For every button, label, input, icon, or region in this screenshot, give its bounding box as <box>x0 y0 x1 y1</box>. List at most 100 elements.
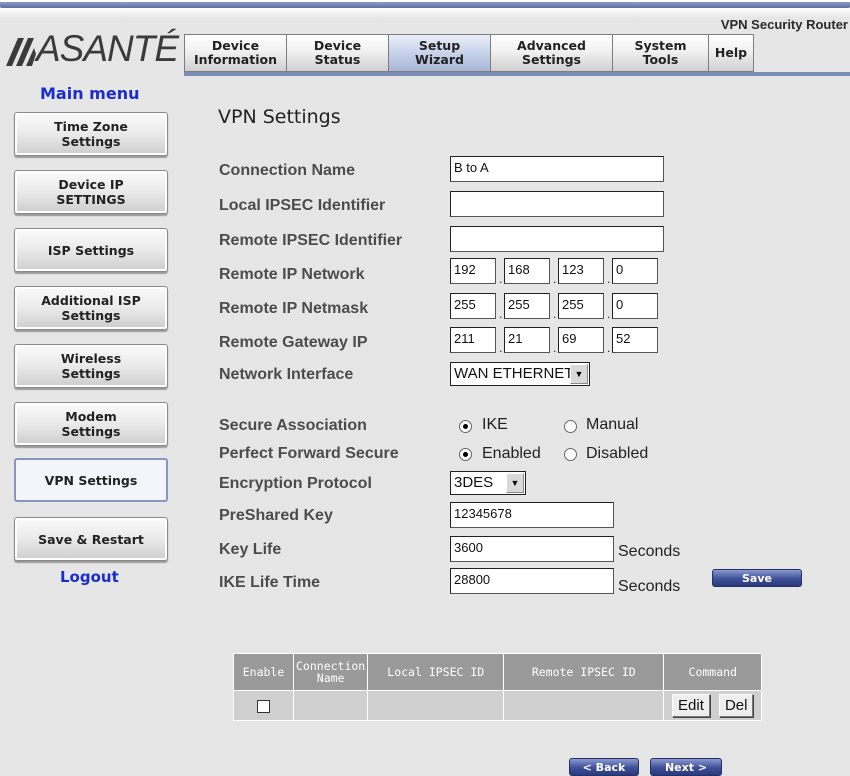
menu-save-restart[interactable]: Save & Restart <box>14 517 168 561</box>
network-interface-select[interactable]: WAN ETHERNET ▼ <box>450 362 590 386</box>
menu-isp-settings[interactable]: ISP Settings <box>14 228 168 272</box>
logo-text: ASANTÉ <box>36 28 179 69</box>
tab-setup-wizard[interactable]: Setup Wizard <box>388 34 490 72</box>
chevron-down-icon[interactable]: ▼ <box>570 364 588 384</box>
top-banner <box>0 0 850 18</box>
secure-association-label: Secure Association <box>219 417 367 434</box>
remote-network-label: Remote IP Network <box>219 266 365 283</box>
ip-dot: . <box>553 307 557 321</box>
delete-button[interactable]: Del <box>718 694 754 717</box>
back-button[interactable]: < Back <box>569 758 639 776</box>
remote-gateway-octet-3[interactable]: 69 <box>558 327 604 353</box>
remote-gateway-octet-2[interactable]: 21 <box>504 327 550 353</box>
menu-modem-settings[interactable]: Modem Settings <box>14 402 168 446</box>
page-title: VPN Settings <box>218 106 341 128</box>
ip-dot: . <box>499 341 503 355</box>
psk-label: PreShared Key <box>219 507 333 524</box>
table-row: Edit Del <box>233 690 763 721</box>
key-life-input[interactable]: 3600 <box>450 536 614 562</box>
logo-mark-icon <box>6 38 36 66</box>
remote-gateway-label: Remote Gateway IP <box>219 334 368 351</box>
connection-name-cell <box>292 690 369 721</box>
top-tabs: Device Information Device Status Setup W… <box>184 34 754 72</box>
ike-life-label: IKE Life Time <box>219 574 321 591</box>
edit-button[interactable]: Edit <box>672 694 710 717</box>
tab-system-tools[interactable]: System Tools <box>612 34 708 72</box>
remote-netmask-octet-2[interactable]: 255 <box>504 293 550 319</box>
encryption-label: Encryption Protocol <box>219 475 372 492</box>
remote-ipsec-input[interactable] <box>450 226 664 252</box>
vpn-settings-panel: VPN Settings Connection Name B to A Loca… <box>184 78 850 776</box>
radio-manual-label: Manual <box>586 416 639 433</box>
tab-device-information[interactable]: Device Information <box>184 34 286 72</box>
tab-underline <box>184 72 850 76</box>
ip-dot: . <box>499 307 503 321</box>
remote-gateway-octet-4[interactable]: 52 <box>612 327 658 353</box>
menu-time-zone-settings[interactable]: Time Zone Settings <box>14 112 168 156</box>
ip-dot: . <box>607 307 611 321</box>
col-enable-header: Enable <box>233 653 294 691</box>
remote-netmask-octet-1[interactable]: 255 <box>450 293 496 319</box>
vpn-connections-table: Enable Connection Name Local IPSEC ID Re… <box>233 653 763 721</box>
next-button[interactable]: Next > <box>650 758 722 776</box>
remote-network-octet-2[interactable]: 168 <box>504 258 550 284</box>
radio-pfs-disabled[interactable] <box>564 448 577 461</box>
connection-name-label: Connection Name <box>219 162 356 179</box>
col-remote-ipsec-header: Remote IPSEC ID <box>503 653 665 691</box>
remote-gateway-octet-1[interactable]: 211 <box>450 327 496 353</box>
ike-life-input[interactable]: 28800 <box>450 568 614 594</box>
enable-checkbox[interactable] <box>257 700 270 713</box>
radio-pfs-enabled[interactable] <box>459 448 472 461</box>
remote-ipsec-cell <box>503 690 665 721</box>
local-ipsec-cell <box>367 690 505 721</box>
logout-link[interactable]: Logout <box>60 568 119 586</box>
network-interface-value: WAN ETHERNET <box>454 365 574 382</box>
radio-ike[interactable] <box>459 420 472 433</box>
remote-ipsec-label: Remote IPSEC Identifier <box>219 232 403 249</box>
main-menu-title: Main menu <box>40 84 140 103</box>
encryption-select[interactable]: 3DES ▼ <box>450 471 526 495</box>
chevron-down-icon[interactable]: ▼ <box>506 473 524 493</box>
save-button[interactable]: Save <box>712 569 802 587</box>
tab-device-status[interactable]: Device Status <box>286 34 388 72</box>
local-ipsec-label: Local IPSEC Identifier <box>219 197 386 214</box>
radio-pfs-enabled-label: Enabled <box>482 445 541 462</box>
tab-advanced-settings[interactable]: Advanced Settings <box>490 34 612 72</box>
tab-help[interactable]: Help <box>708 34 754 72</box>
radio-manual[interactable] <box>564 420 577 433</box>
local-ipsec-input[interactable] <box>450 191 664 217</box>
network-interface-label: Network Interface <box>219 366 354 383</box>
product-name: VPN Security Router <box>720 17 848 32</box>
banner-bar <box>0 2 850 8</box>
ip-dot: . <box>553 341 557 355</box>
ip-dot: . <box>553 272 557 286</box>
radio-pfs-disabled-label: Disabled <box>586 445 649 462</box>
asante-logo: ASANTÉ <box>4 28 182 70</box>
pfs-label: Perfect Forward Secure <box>219 445 399 462</box>
col-connection-name-header: Connection Name <box>292 653 369 691</box>
ip-dot: . <box>607 341 611 355</box>
remote-network-octet-1[interactable]: 192 <box>450 258 496 284</box>
ip-dot: . <box>499 272 503 286</box>
psk-input[interactable]: 12345678 <box>450 502 614 528</box>
encryption-value: 3DES <box>454 474 494 491</box>
remote-netmask-octet-4[interactable]: 0 <box>612 293 658 319</box>
menu-wireless-settings[interactable]: Wireless Settings <box>14 344 168 388</box>
remote-netmask-label: Remote IP Netmask <box>219 300 369 317</box>
enable-cell <box>233 690 294 721</box>
remote-netmask-octet-3[interactable]: 255 <box>558 293 604 319</box>
menu-vpn-settings[interactable]: VPN Settings <box>14 458 168 502</box>
menu-device-ip-settings[interactable]: Device IP SETTINGS <box>14 170 168 214</box>
connection-name-input[interactable]: B to A <box>450 156 664 182</box>
ip-dot: . <box>607 272 611 286</box>
menu-additional-isp-settings[interactable]: Additional ISP Settings <box>14 286 168 330</box>
ike-life-unit: Seconds <box>618 578 681 595</box>
radio-ike-label: IKE <box>482 416 508 433</box>
col-command-header: Command <box>663 653 763 691</box>
remote-network-octet-4[interactable]: 0 <box>612 258 658 284</box>
col-local-ipsec-header: Local IPSEC ID <box>367 653 505 691</box>
remote-network-octet-3[interactable]: 123 <box>558 258 604 284</box>
key-life-unit: Seconds <box>618 543 681 560</box>
key-life-label: Key Life <box>219 541 282 558</box>
command-cell: Edit Del <box>663 690 763 721</box>
